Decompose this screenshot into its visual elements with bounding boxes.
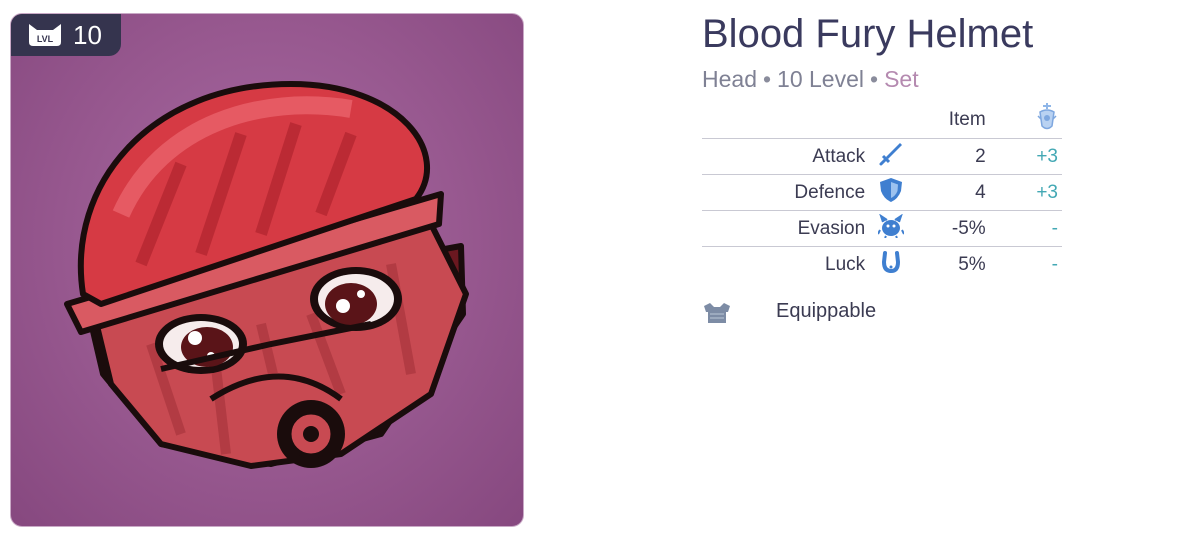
equip-status: Equippable (702, 298, 1002, 328)
separator-dot: • (762, 66, 772, 92)
level-badge: LVL 10 (11, 14, 121, 56)
item-subtitle: Head • 10 Level • Set (702, 66, 919, 93)
stat-set-bonus: +3 (985, 138, 1062, 175)
stat-label: Defence (702, 174, 876, 211)
blood-fury-helmet-image (64, 81, 469, 469)
stat-label: Luck (702, 246, 876, 282)
item-set-link[interactable]: Set (884, 66, 919, 92)
stat-row-luck: Luck 5% - (702, 246, 1062, 282)
separator-dot: • (870, 66, 879, 92)
header-set (986, 102, 1062, 139)
level-cat-icon: LVL (29, 24, 61, 46)
stat-set-bonus: - (985, 246, 1062, 282)
equippable-label: Equippable (776, 300, 877, 322)
stat-value: 5% (906, 246, 986, 282)
armor-icon (704, 303, 730, 323)
evasion-icon (877, 213, 905, 238)
item-title: Blood Fury Helmet (702, 12, 1034, 56)
item-image-card: LVL 10 (10, 13, 524, 527)
header-item: Item (948, 109, 986, 130)
stat-set-bonus: +3 (985, 174, 1062, 211)
level-number: 10 (73, 20, 102, 50)
shield-icon (879, 177, 902, 202)
sword-icon (879, 142, 902, 165)
stat-value: -5% (906, 210, 986, 247)
stat-row-defence: Defence 4 +3 (702, 174, 1062, 211)
stat-row-attack: Attack 2 +3 (702, 138, 1062, 175)
item-level: 10 Level (777, 66, 865, 92)
horseshoe-icon (881, 250, 900, 273)
stat-label: Evasion (702, 210, 876, 247)
stat-value: 2 (906, 138, 986, 175)
stats-header-row: Item (702, 102, 1062, 139)
stat-set-bonus: - (985, 210, 1062, 247)
stat-value: 4 (906, 174, 986, 211)
stat-row-evasion: Evasion -5% - (702, 210, 1062, 247)
stat-label: Attack (702, 138, 876, 175)
set-rune-icon (1037, 103, 1057, 130)
stats-table: Item Attack 2 +3 Defence 4 +3 Evasion -5… (702, 102, 1062, 282)
svg-text:LVL: LVL (37, 34, 54, 44)
item-slot: Head (702, 66, 757, 92)
